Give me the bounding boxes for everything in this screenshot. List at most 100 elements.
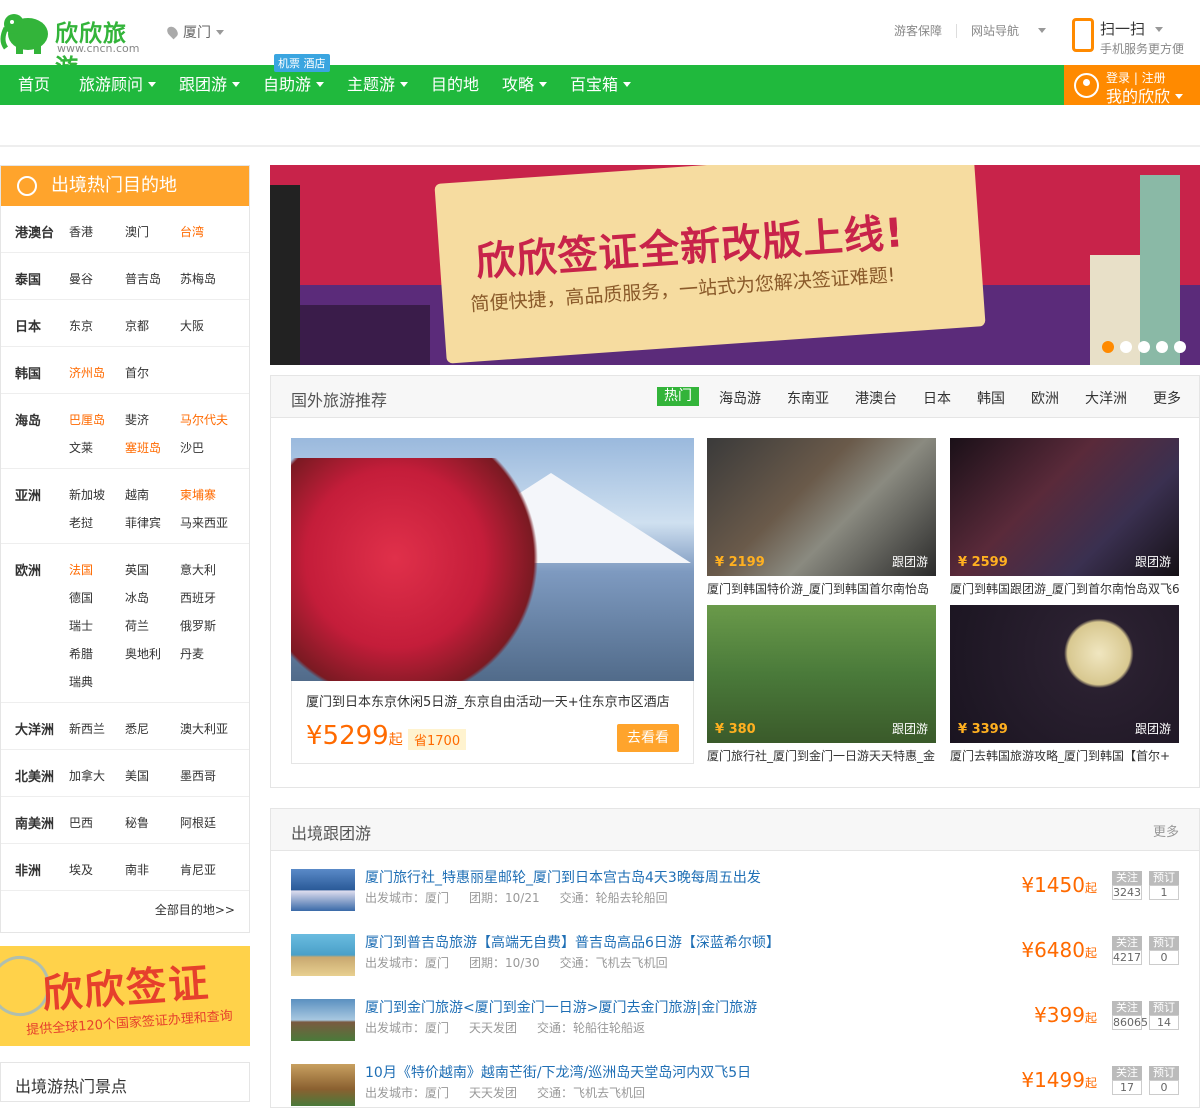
nav-group-tour[interactable]: 跟团游 (179, 65, 241, 105)
feature-title[interactable]: 厦门到日本东京休闲5日游_东京自由活动一天+住东京市区酒店 (306, 691, 696, 710)
destination-link[interactable]: 柬埔寨 (180, 486, 216, 503)
thumb-title[interactable]: 厦门到韩国跟团游_厦门到首尔南怡岛双飞6 (950, 580, 1179, 597)
destination-link[interactable]: 俄罗斯 (180, 617, 216, 634)
destination-link[interactable]: 济州岛 (69, 364, 105, 381)
destination-link[interactable]: 美国 (125, 767, 149, 784)
destination-link[interactable]: 新西兰 (69, 720, 105, 737)
destination-link[interactable]: 奥地利 (125, 645, 161, 662)
region-name[interactable]: 港澳台 (15, 222, 54, 241)
destination-link[interactable]: 巴西 (69, 814, 93, 831)
tab-island[interactable]: 海岛游 (719, 388, 761, 408)
book-box[interactable]: 预订 1 (1149, 871, 1179, 900)
tour-title[interactable]: 厦门旅行社_特惠丽星邮轮_厦门到日本宫古岛4天3晚每周五出发 (365, 867, 761, 887)
destination-link[interactable]: 新加坡 (69, 486, 105, 503)
city-selector[interactable]: 厦门 (165, 22, 224, 42)
tour-title[interactable]: 厦门到普吉岛旅游【高端无自费】普吉岛高品6日游【深蓝希尔顿】 (365, 932, 780, 952)
destination-link[interactable]: 东京 (69, 317, 93, 334)
destination-link[interactable]: 澳大利亚 (180, 720, 228, 737)
destination-link[interactable]: 斐济 (125, 411, 149, 428)
nav-destination[interactable]: 目的地 (431, 65, 479, 105)
tab-europe[interactable]: 欧洲 (1031, 388, 1059, 408)
tab-oceania[interactable]: 大洋洲 (1085, 388, 1127, 408)
destination-link[interactable]: 香港 (69, 223, 93, 240)
destination-link[interactable]: 悉尼 (125, 720, 149, 737)
link-visitor-guarantee[interactable]: 游客保障 (894, 24, 942, 38)
nav-toolbox[interactable]: 百宝箱 (570, 65, 632, 105)
thumb-kinmen-park[interactable]: ¥ 380 跟团游 (707, 605, 936, 743)
destination-link[interactable]: 马来西亚 (180, 514, 228, 531)
destination-link[interactable]: 马尔代夫 (180, 411, 228, 428)
destination-link[interactable]: 台湾 (180, 223, 204, 240)
destination-link[interactable]: 京都 (125, 317, 149, 334)
thumb-title[interactable]: 厦门到韩国特价游_厦门到韩国首尔南怡岛 (707, 580, 936, 597)
destination-link[interactable]: 老挝 (69, 514, 93, 531)
nav-guide[interactable]: 攻略 (502, 65, 548, 105)
nav-advisor[interactable]: 旅游顾问 (79, 65, 157, 105)
destination-link[interactable]: 冰岛 (125, 589, 149, 606)
destination-link[interactable]: 肯尼亚 (180, 861, 216, 878)
destination-link[interactable]: 法国 (69, 561, 93, 578)
region-name[interactable]: 非洲 (15, 860, 41, 879)
destination-link[interactable]: 瑞士 (69, 617, 93, 634)
nav-badge-ticket-hotel[interactable]: 机票 酒店 (274, 54, 330, 72)
tab-japan[interactable]: 日本 (923, 388, 951, 408)
carousel-dot[interactable] (1138, 341, 1150, 353)
carousel-dot[interactable] (1174, 341, 1186, 353)
tour-thumbnail[interactable] (291, 934, 355, 976)
tour-thumbnail[interactable] (291, 999, 355, 1041)
destination-link[interactable]: 瑞典 (69, 673, 93, 690)
tab-hk-macau-taiwan[interactable]: 港澳台 (855, 388, 897, 408)
my-cncn[interactable]: 我的欣欣 (1106, 83, 1184, 107)
feature-image-mt-fuji[interactable] (291, 438, 694, 681)
region-name[interactable]: 日本 (15, 316, 41, 335)
tab-hot[interactable]: 热门 (657, 387, 699, 406)
thumb-seoul-night[interactable]: ¥ 2599 跟团游 (950, 438, 1179, 576)
region-name[interactable]: 欧洲 (15, 560, 41, 579)
destination-link[interactable]: 墨西哥 (180, 767, 216, 784)
tour-thumbnail[interactable] (291, 1064, 355, 1106)
destination-link[interactable]: 巴厘岛 (69, 411, 105, 428)
destination-link[interactable]: 普吉岛 (125, 270, 161, 287)
book-box[interactable]: 预订 14 (1149, 1001, 1179, 1030)
tab-more[interactable]: 更多 (1153, 388, 1181, 408)
destination-link[interactable]: 英国 (125, 561, 149, 578)
region-name[interactable]: 南美洲 (15, 813, 54, 832)
region-name[interactable]: 亚洲 (15, 485, 41, 504)
follow-box[interactable]: 关注 4217 (1112, 936, 1142, 965)
thumb-title[interactable]: 厦门去韩国旅游攻略_厦门到韩国【首尔+ (950, 747, 1179, 764)
destination-link[interactable]: 文莱 (69, 439, 93, 456)
all-destinations-link[interactable]: 全部目的地>> (155, 901, 235, 918)
group-more-link[interactable]: 更多 (1153, 821, 1179, 840)
thumb-korea-street[interactable]: ¥ 2199 跟团游 (707, 438, 936, 576)
region-name[interactable]: 海岛 (15, 410, 41, 429)
destination-link[interactable]: 南非 (125, 861, 149, 878)
follow-box[interactable]: 关注 3243 (1112, 871, 1142, 900)
carousel-dot[interactable] (1156, 341, 1168, 353)
nav-home[interactable]: 首页 (18, 65, 50, 105)
thumb-title[interactable]: 厦门旅行社_厦门到金门一日游天天特惠_金 (707, 747, 936, 764)
destination-link[interactable]: 埃及 (69, 861, 93, 878)
nav-theme-tour[interactable]: 主题游 (347, 65, 409, 105)
destination-link[interactable]: 希腊 (69, 645, 93, 662)
logo[interactable]: 欣欣旅游 www.cncn.com (0, 6, 150, 81)
link-site-nav[interactable]: 网站导航 (971, 24, 1060, 38)
destination-link[interactable]: 曼谷 (69, 270, 93, 287)
destination-link[interactable]: 丹麦 (180, 645, 204, 662)
destination-link[interactable]: 越南 (125, 486, 149, 503)
book-box[interactable]: 预订 0 (1149, 936, 1179, 965)
destination-link[interactable]: 苏梅岛 (180, 270, 216, 287)
carousel-dot[interactable] (1120, 341, 1132, 353)
destination-link[interactable]: 大阪 (180, 317, 204, 334)
destination-link[interactable]: 菲律宾 (125, 514, 161, 531)
go-see-button[interactable]: 去看看 (617, 724, 679, 752)
visa-promo-banner[interactable]: 欣欣签证全新改版上线! 简便快捷，高品质服务，一站式为您解决签证难题! (270, 165, 1200, 365)
destination-link[interactable]: 德国 (69, 589, 93, 606)
user-menu[interactable]: 登录 | 注册 我的欣欣 (1064, 65, 1200, 107)
destination-link[interactable]: 首尔 (125, 364, 149, 381)
region-name[interactable]: 大洋洲 (15, 719, 54, 738)
tab-southeast-asia[interactable]: 东南亚 (787, 388, 829, 408)
destination-link[interactable]: 阿根廷 (180, 814, 216, 831)
visa-banner[interactable]: 欣欣签证 提供全球120个国家签证办理和查询 (0, 946, 250, 1046)
destination-link[interactable]: 塞班岛 (125, 439, 161, 456)
thumb-korea-moon[interactable]: ¥ 3399 跟团游 (950, 605, 1179, 743)
